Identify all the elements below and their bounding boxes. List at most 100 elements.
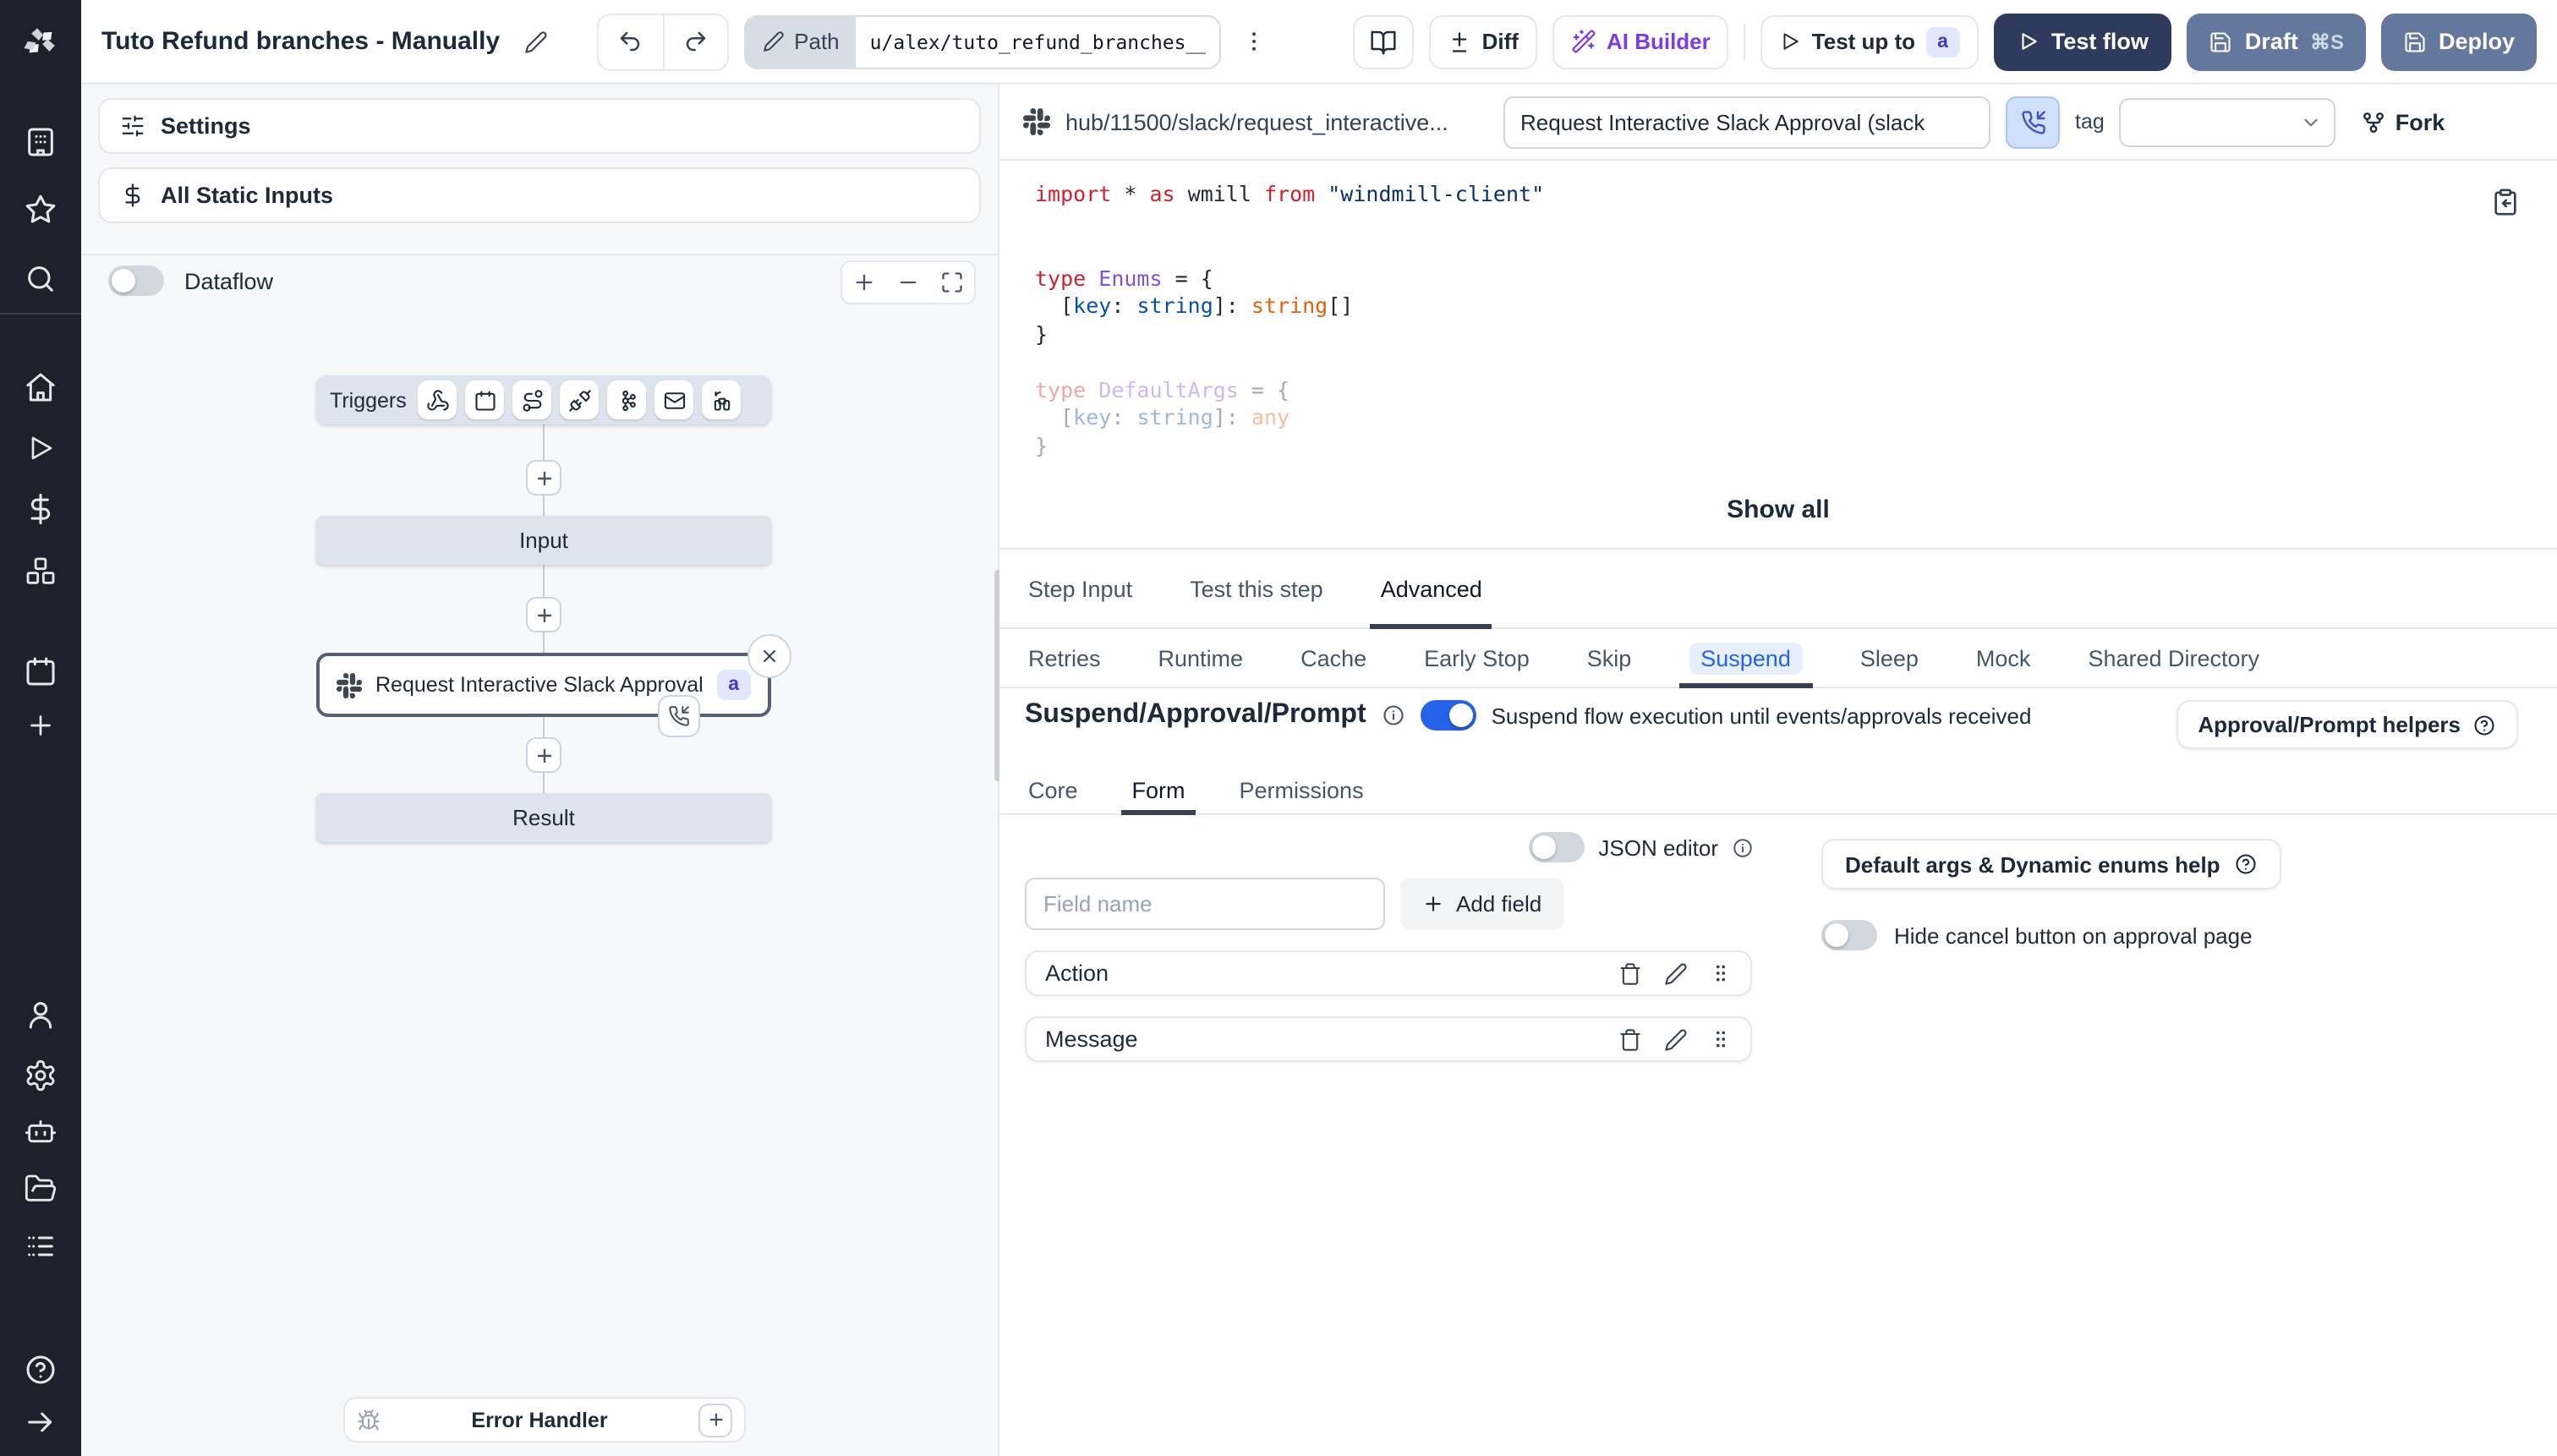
- tab-cache[interactable]: Cache: [1297, 629, 1370, 687]
- schedules-icon[interactable]: [0, 651, 81, 692]
- suspend-enable-toggle[interactable]: [1420, 700, 1476, 731]
- tab-permissions[interactable]: Permissions: [1236, 766, 1367, 813]
- hide-cancel-toggle[interactable]: [1821, 920, 1877, 950]
- variables-icon[interactable]: [0, 489, 81, 529]
- ai-robot-icon[interactable]: [0, 1111, 81, 1152]
- webhook-trigger-icon[interactable]: [418, 380, 457, 419]
- fork-button[interactable]: Fork: [2362, 109, 2445, 134]
- json-editor-toggle[interactable]: [1529, 832, 1585, 862]
- add-step-button[interactable]: [526, 460, 561, 495]
- schedule-trigger-icon[interactable]: [465, 380, 505, 419]
- tab-retries[interactable]: Retries: [1025, 629, 1104, 687]
- edit-title-pencil-icon[interactable]: [518, 14, 552, 68]
- search-icon[interactable]: [0, 259, 81, 299]
- edit-field-button[interactable]: [1664, 961, 1688, 985]
- drag-field-handle[interactable]: [1710, 1028, 1732, 1050]
- edit-field-button[interactable]: [1664, 1027, 1688, 1051]
- tab-test-this-step[interactable]: Test this step: [1186, 550, 1327, 627]
- add-step-button[interactable]: [526, 597, 561, 632]
- copy-code-button[interactable]: [2491, 188, 2520, 222]
- default-args-help-button[interactable]: Default args & Dynamic enums help: [1821, 839, 2281, 889]
- show-all-button[interactable]: Show all: [999, 495, 2557, 524]
- flow-graph-panel: Settings All Static Inputs Dataflow Trig…: [81, 85, 998, 1456]
- drag-field-handle[interactable]: [1710, 962, 1732, 984]
- workspace-icon[interactable]: [0, 122, 81, 162]
- tag-select[interactable]: [2119, 97, 2336, 146]
- logs-list-icon[interactable]: [0, 1226, 81, 1267]
- tab-advanced[interactable]: Advanced: [1370, 550, 1492, 629]
- favorites-star-icon[interactable]: [0, 189, 81, 230]
- json-editor-label: JSON editor: [1598, 835, 1718, 860]
- more-plus-icon[interactable]: [0, 705, 81, 746]
- hub-script-path[interactable]: hub/11500/slack/request_interactive...: [1065, 109, 1488, 134]
- help-icon[interactable]: [0, 1349, 81, 1390]
- tab-label: Test this step: [1190, 576, 1323, 601]
- expand-arrow-icon[interactable]: [0, 1402, 81, 1442]
- diff-button[interactable]: Diff: [1429, 14, 1537, 68]
- test-up-to-button[interactable]: Test up to a: [1760, 14, 1979, 68]
- draft-button[interactable]: Draft ⌘S: [2187, 13, 2366, 70]
- tab-early-stop[interactable]: Early Stop: [1421, 629, 1533, 687]
- docs-book-button[interactable]: [1353, 14, 1415, 68]
- input-node[interactable]: Input: [316, 516, 771, 565]
- fit-view-button[interactable]: [930, 262, 974, 303]
- flow-step-node-approval[interactable]: Request Interactive Slack Approval (... …: [316, 634, 791, 737]
- ai-builder-label: AI Builder: [1606, 29, 1711, 54]
- code-editor[interactable]: import * as wmill from "windmill-client"…: [999, 161, 2557, 550]
- tab-sleep[interactable]: Sleep: [1857, 629, 1922, 687]
- app-sidebar: [0, 0, 81, 1456]
- default-args-help-label: Default args & Dynamic enums help: [1845, 851, 2220, 877]
- kafka-trigger-icon[interactable]: [607, 380, 647, 419]
- email-trigger-icon[interactable]: [654, 380, 694, 419]
- tab-step-input[interactable]: Step Input: [1025, 550, 1136, 627]
- zoom-out-button[interactable]: [886, 262, 930, 303]
- tab-skip[interactable]: Skip: [1584, 629, 1635, 687]
- poll-trigger-icon[interactable]: [702, 380, 742, 419]
- add-error-handler-button[interactable]: [698, 1403, 732, 1437]
- tab-form[interactable]: Form: [1121, 766, 1195, 815]
- delete-step-button[interactable]: [747, 634, 791, 678]
- redo-button[interactable]: [662, 14, 727, 68]
- chevron-down-icon: [2301, 111, 2323, 133]
- ai-builder-button[interactable]: AI Builder: [1552, 14, 1729, 68]
- settings-gear-icon[interactable]: [0, 1055, 81, 1096]
- field-name-input[interactable]: [1025, 878, 1385, 930]
- result-node[interactable]: Result: [316, 793, 771, 842]
- add-field-button[interactable]: Add field: [1400, 878, 1564, 930]
- approval-prompt-helpers-button[interactable]: Approval/Prompt helpers: [2176, 700, 2518, 749]
- more-options-button[interactable]: [1237, 14, 1271, 68]
- tab-core[interactable]: Core: [1025, 766, 1081, 813]
- runs-icon[interactable]: [0, 428, 81, 468]
- zoom-in-button[interactable]: [842, 262, 886, 303]
- dollar-icon: [120, 183, 145, 208]
- user-icon[interactable]: [0, 994, 81, 1035]
- windmill-logo[interactable]: [0, 0, 81, 85]
- undo-button[interactable]: [598, 14, 663, 68]
- deploy-button[interactable]: Deploy: [2380, 13, 2537, 70]
- tab-runtime[interactable]: Runtime: [1155, 629, 1247, 687]
- step-name-input[interactable]: [1503, 96, 1990, 148]
- delete-field-button[interactable]: [1618, 961, 1642, 985]
- tab-suspend[interactable]: Suspend: [1678, 629, 1814, 688]
- phone-incoming-icon: [658, 695, 700, 737]
- step-node-label: Request Interactive Slack Approval (...: [375, 673, 704, 697]
- websocket-trigger-icon[interactable]: [560, 380, 600, 419]
- http-route-trigger-icon[interactable]: [512, 380, 552, 419]
- tab-mock[interactable]: Mock: [1973, 629, 2034, 687]
- test-flow-button[interactable]: Test flow: [1993, 13, 2172, 70]
- path-chip[interactable]: Path: [745, 16, 857, 67]
- advanced-subtabs: Retries Runtime Cache Early Stop Skip Suspend…: [999, 629, 2557, 688]
- tab-label: Mock: [1975, 645, 2031, 671]
- resources-icon[interactable]: [0, 551, 81, 592]
- home-icon[interactable]: [0, 367, 81, 408]
- tab-shared-directory[interactable]: Shared Directory: [2084, 629, 2263, 687]
- error-handler-bar[interactable]: Error Handler: [343, 1397, 746, 1442]
- dataflow-toggle[interactable]: [108, 265, 164, 296]
- delete-field-button[interactable]: [1618, 1027, 1642, 1051]
- folders-icon[interactable]: [0, 1169, 81, 1209]
- code-line: import * as wmill from "windmill-client": [1035, 181, 1545, 206]
- triggers-bar[interactable]: Triggers: [316, 375, 771, 424]
- path-input[interactable]: [856, 16, 1220, 67]
- approval-phone-button[interactable]: [2006, 96, 2060, 148]
- add-step-button[interactable]: [526, 737, 561, 773]
